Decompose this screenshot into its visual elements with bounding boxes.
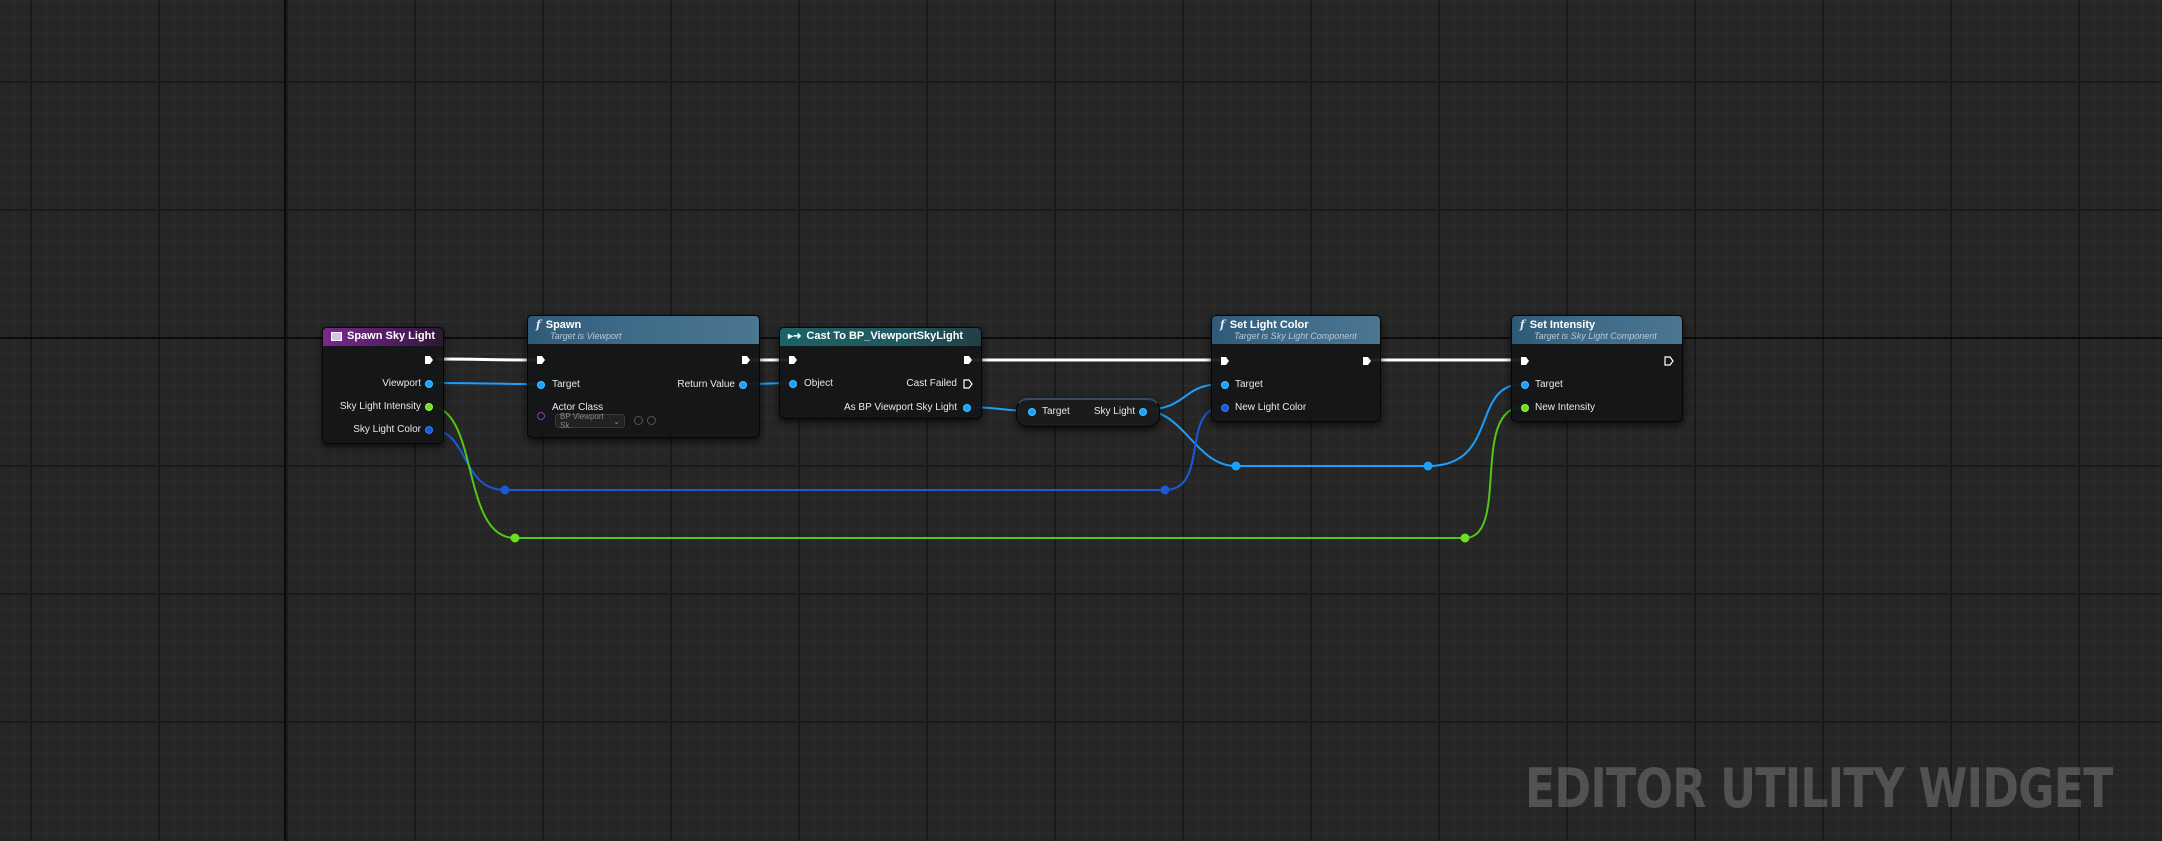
intensity-pin[interactable] xyxy=(425,403,433,411)
pin-label-intensity: Sky Light Intensity xyxy=(339,401,421,412)
target-pin[interactable] xyxy=(537,381,545,389)
function-icon: f xyxy=(1220,318,1225,331)
as-bp-pin[interactable] xyxy=(963,404,971,412)
target-pin[interactable] xyxy=(1521,381,1529,389)
chevron-down-icon: ⌄ xyxy=(613,416,620,426)
reroute-knot xyxy=(500,485,510,495)
node-cast-to[interactable]: ▸➜ Cast To BP_ViewportSkyLight Object Cas… xyxy=(779,327,982,419)
node-header: f Set Intensity Target is Sky Light Compo… xyxy=(1512,316,1682,344)
reroute-knot xyxy=(1160,485,1170,495)
exec-out-pin[interactable] xyxy=(424,355,434,365)
exec-wire xyxy=(436,357,541,362)
pin-label-return-value: Return Value xyxy=(677,379,735,390)
pin-label-getter-target: Target xyxy=(1042,406,1070,417)
node-spawn-sky-light[interactable]: Spawn Sky Light Viewport Sky Light Inten… xyxy=(322,327,444,444)
node-title: Set Light Color xyxy=(1229,318,1309,331)
exec-in-pin[interactable] xyxy=(788,355,798,365)
node-title: Spawn Sky Light xyxy=(347,330,436,342)
exec-in-pin[interactable] xyxy=(1520,356,1530,366)
pin-label-object: Object xyxy=(804,378,833,389)
pin-label-as-bp: As BP Viewport Sky Light xyxy=(843,402,957,413)
reroute-knot xyxy=(1231,461,1241,471)
actor-class-dropdown[interactable]: BP Viewport Sk ⌄ xyxy=(555,412,625,430)
pin-label-cast-failed: Cast Failed xyxy=(906,378,957,389)
graph-origin-vertical xyxy=(284,0,286,841)
exec-out-pin[interactable] xyxy=(1664,356,1674,366)
reroute-knot xyxy=(1423,461,1433,471)
viewport-pin[interactable] xyxy=(425,380,433,388)
browse-icon[interactable] xyxy=(634,416,643,425)
exec-in-pin[interactable] xyxy=(1220,356,1230,366)
exec-out-pin[interactable] xyxy=(741,355,751,365)
target-pin[interactable] xyxy=(1221,381,1229,389)
node-header: f Set Light Color Target is Sky Light Com… xyxy=(1212,316,1380,344)
pin-label-new-intensity: New Intensity xyxy=(1535,402,1596,413)
node-title: Cast To BP_ViewportSkyLight xyxy=(806,330,964,342)
actor-class-pin[interactable] xyxy=(537,412,545,420)
pin-label-new-light-color: New Light Color xyxy=(1235,402,1307,413)
color-pin[interactable] xyxy=(425,426,433,434)
node-header: ▸➜ Cast To BP_ViewportSkyLight xyxy=(780,328,981,346)
node-header: Spawn Sky Light xyxy=(323,328,443,346)
node-get-sky-light[interactable]: Target Sky Light xyxy=(1016,398,1160,427)
pin-label-target: Target xyxy=(1235,379,1263,390)
search-icon[interactable] xyxy=(647,416,656,425)
node-spawn[interactable]: f Spawn Target is Viewport Target Return … xyxy=(527,315,760,438)
getter-target-pin[interactable] xyxy=(1028,408,1036,416)
node-set-intensity[interactable]: f Set Intensity Target is Sky Light Compo… xyxy=(1511,315,1683,422)
node-set-light-color[interactable]: f Set Light Color Target is Sky Light Com… xyxy=(1211,315,1381,422)
cast-icon: ▸➜ xyxy=(788,330,802,342)
sky-light-pin[interactable] xyxy=(1139,408,1147,416)
return-value-pin[interactable] xyxy=(739,381,747,389)
exec-out-pin[interactable] xyxy=(1362,356,1372,366)
pin-label-viewport: Viewport xyxy=(382,378,421,389)
event-icon xyxy=(331,331,342,341)
reroute-knot xyxy=(510,533,520,543)
reroute-knot xyxy=(1460,533,1470,543)
actor-class-value: BP Viewport Sk xyxy=(560,412,604,430)
exec-in-pin[interactable] xyxy=(536,355,546,365)
object-wire xyxy=(428,382,541,385)
node-header: f Spawn Target is Viewport xyxy=(528,316,759,344)
cast-failed-exec-pin[interactable] xyxy=(963,379,973,389)
function-icon: f xyxy=(536,318,541,331)
node-subtitle: Target is Viewport xyxy=(550,331,622,341)
pin-label-target: Target xyxy=(1535,379,1563,390)
pin-label-color: Sky Light Color xyxy=(353,424,421,435)
object-pin[interactable] xyxy=(789,380,797,388)
function-icon: f xyxy=(1520,318,1525,331)
node-subtitle: Target is Sky Light Component xyxy=(1234,331,1357,341)
editor-utility-widget-watermark: EDITOR UTILITY WIDGET xyxy=(1525,757,2113,820)
pin-label-target: Target xyxy=(552,379,580,390)
new-light-color-pin[interactable] xyxy=(1221,404,1229,412)
pin-label-sky-light: Sky Light xyxy=(1093,406,1135,417)
exec-out-pin[interactable] xyxy=(963,355,973,365)
new-intensity-pin[interactable] xyxy=(1521,404,1529,412)
node-subtitle: Target is Sky Light Component xyxy=(1534,331,1657,341)
node-title: Spawn xyxy=(545,318,582,331)
node-title: Set Intensity xyxy=(1529,318,1596,331)
